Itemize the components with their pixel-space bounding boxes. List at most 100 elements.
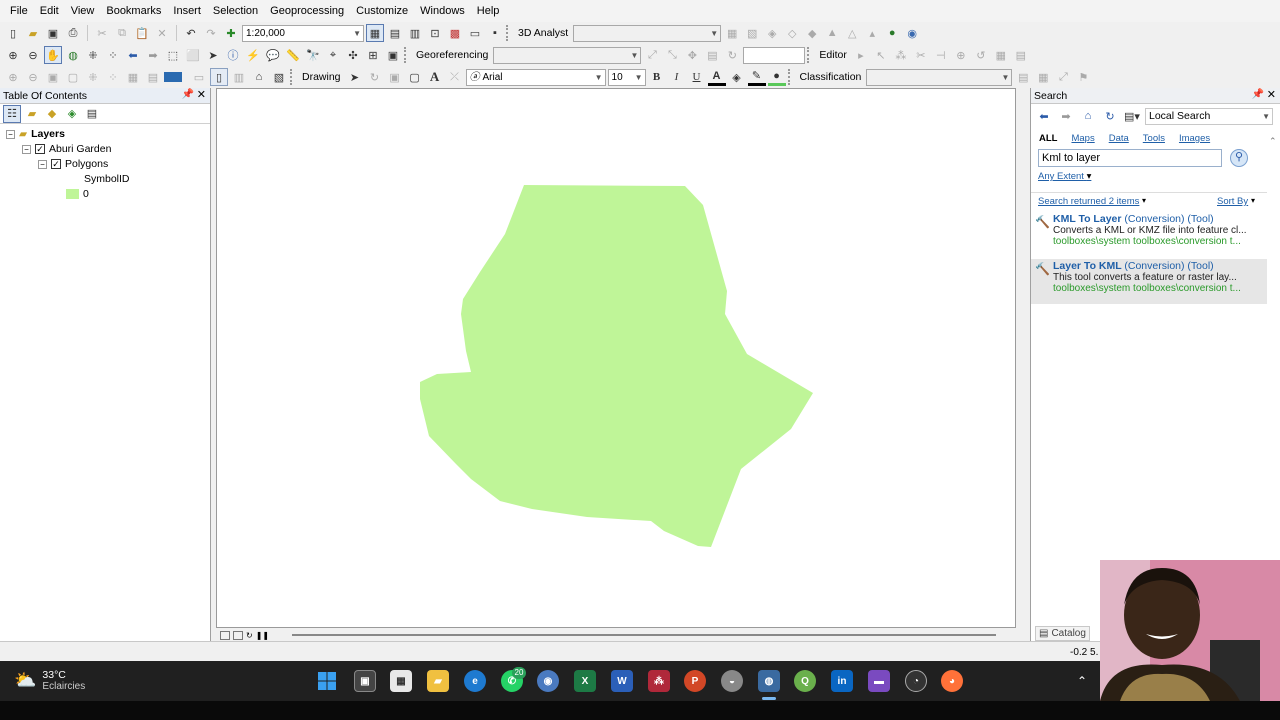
3d-tool-icon[interactable]: ◆: [803, 24, 821, 42]
layout-tool-icon[interactable]: ⁘: [104, 68, 122, 86]
cut-icon[interactable]: ✂: [93, 24, 111, 42]
font-combo[interactable]: ⓐ Arial ▼: [465, 68, 606, 86]
toolbar-grip[interactable]: [807, 47, 811, 63]
line-color-icon[interactable]: ✎: [747, 68, 766, 86]
edit-tool-icon[interactable]: ↖: [872, 46, 890, 64]
legend-swatch[interactable]: [66, 189, 79, 199]
layout-tool-icon[interactable]: ⌂: [250, 68, 268, 86]
add-data-icon[interactable]: ✚: [222, 24, 240, 42]
result-title[interactable]: Layer To KML: [1053, 260, 1121, 272]
edit-tool-icon[interactable]: ↺: [972, 46, 990, 64]
zoom-whole-page-icon[interactable]: ▣: [386, 68, 404, 86]
map-horizontal-scrollbar[interactable]: [292, 634, 996, 636]
menu-windows[interactable]: Windows: [414, 0, 471, 22]
forward-arrow-icon[interactable]: ➡: [1057, 107, 1075, 125]
data-view-icon[interactable]: [220, 630, 230, 640]
extent-filter[interactable]: Any Extent ▾: [1038, 171, 1091, 182]
model-builder-icon[interactable]: ▪: [486, 24, 504, 42]
class-tool-icon[interactable]: ▤: [1014, 68, 1032, 86]
new-document-icon[interactable]: ▯: [4, 24, 22, 42]
time-slider-icon[interactable]: ⊞: [364, 46, 382, 64]
layout-tool-icon[interactable]: ⁜: [84, 68, 102, 86]
list-by-source-icon[interactable]: ▰: [23, 105, 41, 123]
georef-tool-icon[interactable]: ⤢: [643, 46, 661, 64]
open-folder-icon[interactable]: ▰: [24, 24, 42, 42]
layout-tool-icon[interactable]: ▥: [230, 68, 248, 86]
aburi-garden-polygon[interactable]: [420, 185, 813, 547]
pin-icon[interactable]: 📌: [1252, 89, 1264, 100]
search-input[interactable]: Kml to layer: [1038, 149, 1222, 167]
word-icon[interactable]: W: [611, 670, 633, 692]
toolbar-grip[interactable]: [787, 69, 792, 85]
html-popup-icon[interactable]: 💬: [264, 46, 282, 64]
task-view-icon[interactable]: ▣: [354, 670, 376, 692]
qgis-icon[interactable]: Q: [794, 670, 816, 692]
scroll-up-icon[interactable]: ⌃: [1269, 136, 1277, 147]
map-scale-combo[interactable]: 1:20,000 ▼: [242, 24, 364, 42]
tab-all[interactable]: ALL: [1039, 133, 1057, 144]
weather-widget[interactable]: ⛅ 33°C Eclaircies: [14, 669, 85, 692]
python-icon[interactable]: ▭: [466, 24, 484, 42]
print-icon[interactable]: ⎙: [64, 24, 82, 42]
georef-tool-icon[interactable]: ⤡: [663, 46, 681, 64]
font-size-combo[interactable]: 10 ▼: [607, 68, 646, 86]
collapse-icon[interactable]: −: [38, 159, 47, 169]
3d-tool-icon[interactable]: ◈: [763, 24, 781, 42]
editor-menu[interactable]: Editor: [816, 49, 849, 61]
redo-icon[interactable]: ↷: [202, 24, 220, 42]
edit-tool-icon[interactable]: ▦: [992, 46, 1010, 64]
search-options-icon[interactable]: ▤▾: [1123, 107, 1141, 125]
menu-selection[interactable]: Selection: [207, 0, 264, 22]
clear-selection-icon[interactable]: ⬜: [184, 46, 202, 64]
toolbar-grip[interactable]: [290, 69, 294, 85]
tree-layers-row[interactable]: − ▰ Layers: [6, 127, 65, 141]
toolbar-grip[interactable]: [506, 25, 510, 41]
pin-icon[interactable]: 📌: [182, 89, 194, 100]
editor-toolbar-icon[interactable]: ▦: [366, 24, 384, 42]
pan-icon[interactable]: ✋: [44, 46, 62, 64]
result-title[interactable]: KML To Layer: [1053, 213, 1121, 225]
tab-tools[interactable]: Tools: [1143, 133, 1165, 144]
edit-tool-icon[interactable]: ✂: [912, 46, 930, 64]
3d-tool-icon[interactable]: ▲: [823, 24, 841, 42]
list-by-visibility-icon[interactable]: ◆: [43, 105, 61, 123]
class-tool-icon[interactable]: ⤢: [1054, 68, 1072, 86]
viewer-window-icon[interactable]: ▣: [384, 46, 402, 64]
new-text-icon[interactable]: A: [426, 68, 444, 86]
catalog-icon[interactable]: ▥: [406, 24, 424, 42]
tray-chevron-up-icon[interactable]: ⌃: [1077, 674, 1087, 688]
georef-layer-combo[interactable]: ▼: [493, 46, 642, 64]
arcmap-icon[interactable]: ◍: [758, 670, 780, 692]
go-to-xy-icon[interactable]: ✣: [344, 46, 362, 64]
italic-button[interactable]: I: [668, 68, 686, 86]
forward-arrow-icon[interactable]: ➡: [144, 46, 162, 64]
menu-help[interactable]: Help: [471, 0, 506, 22]
collapse-icon[interactable]: −: [22, 144, 31, 154]
undo-icon[interactable]: ↶: [182, 24, 200, 42]
layout-page-icon[interactable]: ▯: [210, 68, 228, 86]
back-arrow-icon[interactable]: ⬅: [1035, 107, 1053, 125]
list-by-drawing-order-icon[interactable]: ☷: [3, 104, 21, 123]
3d-tool-icon[interactable]: △: [843, 24, 861, 42]
select-elements-icon[interactable]: ➤: [204, 46, 222, 64]
menu-insert[interactable]: Insert: [167, 0, 207, 22]
class-tool-icon[interactable]: ▦: [1034, 68, 1052, 86]
select-features-icon[interactable]: ⬚: [164, 46, 182, 64]
delete-icon[interactable]: ✕: [153, 24, 171, 42]
search-scope-combo[interactable]: Local Search ▼: [1145, 107, 1273, 125]
menu-view[interactable]: View: [65, 0, 101, 22]
arctoolbox-icon[interactable]: ▩: [446, 24, 464, 42]
underline-button[interactable]: U: [688, 68, 706, 86]
excel-icon[interactable]: X: [574, 670, 596, 692]
find-route-icon[interactable]: ⌖: [324, 46, 342, 64]
list-by-selection-icon[interactable]: ◈: [63, 105, 81, 123]
home-icon[interactable]: ⌂: [1079, 107, 1097, 125]
edit-vertices-icon[interactable]: ⤫: [446, 68, 464, 86]
classification-menu[interactable]: Classification: [797, 71, 865, 83]
refresh-icon[interactable]: ↻: [246, 631, 253, 640]
zoom-in-icon[interactable]: ⊕: [4, 46, 22, 64]
app-icon[interactable]: ▬: [868, 670, 890, 692]
fixed-zoom-in-icon[interactable]: ⁜: [84, 46, 102, 64]
rectangle-icon[interactable]: ▢: [406, 68, 424, 86]
copy-icon[interactable]: ⧉: [113, 24, 131, 42]
